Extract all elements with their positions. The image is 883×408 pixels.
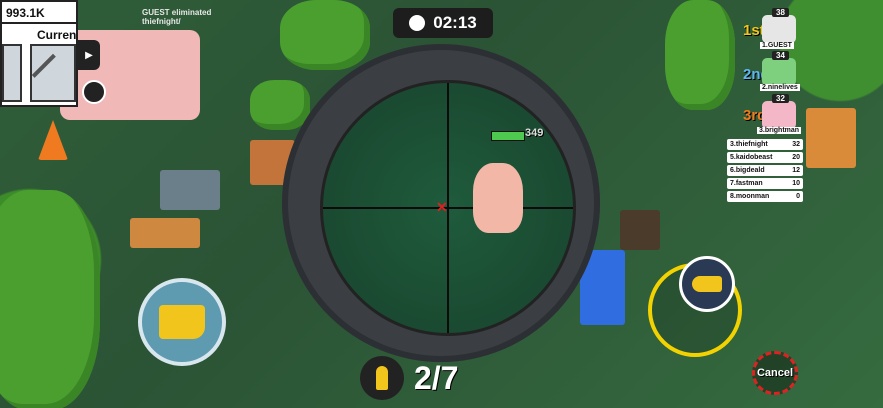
rank-2-name: 2.ninelives: [760, 84, 800, 91]
rank-2-kills: 34: [772, 51, 789, 60]
bush: [0, 190, 100, 408]
crate: [806, 108, 856, 168]
leaderboard-row: 6.bigdeald 12: [727, 165, 803, 176]
bullet-fire-icon: [692, 276, 722, 292]
scope-lens: 349: [320, 80, 576, 336]
ground-tile: [620, 210, 660, 250]
player-score: 20: [792, 154, 800, 161]
bush: [280, 0, 370, 70]
player-score: 32: [792, 141, 800, 148]
kill-feed: GUEST eliminated thiefnight/: [142, 8, 211, 26]
timer-panel: 02:13: [393, 8, 493, 38]
avatar: [762, 15, 796, 43]
traffic-cone: [38, 120, 68, 160]
player-name: 8.moonman: [730, 193, 770, 200]
crosshair-center-icon: ✕: [436, 199, 448, 215]
rank-3-name: 3.brightman: [757, 127, 802, 134]
leaderboard-row: 5.kaidobeast 20: [727, 152, 803, 163]
ground-tile: [160, 170, 220, 210]
cancel-label: Cancel: [756, 367, 794, 379]
weapon-next-button[interactable]: ▶: [78, 40, 100, 70]
sprint-button[interactable]: [138, 278, 226, 366]
ammo-display: 2/7: [360, 356, 458, 400]
leaderboard-row: 7.fastman 10: [727, 178, 803, 189]
weapon-slot[interactable]: [30, 44, 76, 102]
kill-feed-killer: GUEST eliminated: [142, 8, 212, 17]
player-name: 3.thiefnight: [730, 141, 768, 148]
clock-icon: [409, 15, 426, 31]
target-character: [473, 163, 523, 233]
coin-panel: 993.1K: [0, 0, 78, 24]
player-name: 5.kaidobeast: [730, 154, 773, 161]
rank-1-kills: 38: [772, 8, 789, 17]
ammo-count: 2/7: [414, 359, 459, 396]
player-score: 10: [792, 180, 800, 187]
health-text: 349: [525, 127, 544, 139]
avatar: [762, 101, 796, 129]
bush: [250, 80, 310, 130]
leaderboard-row: 3.thiefnight 32: [727, 139, 803, 150]
leaderboard-row: 8.moonman 0: [727, 191, 803, 202]
rank-3-kills: 32: [772, 94, 789, 103]
coin-count: 993.1K: [6, 6, 45, 20]
player-score: 12: [792, 167, 800, 174]
bullet-icon: [360, 356, 404, 400]
kill-feed-victim: thiefnight/: [142, 17, 181, 26]
cancel-button[interactable]: Cancel: [752, 351, 798, 395]
crate: [130, 218, 200, 248]
sniper-rifle-icon: [31, 53, 75, 97]
bush: [665, 0, 735, 110]
weapon-panel: Curren: [0, 22, 78, 107]
weapon-slot[interactable]: [2, 44, 22, 102]
player-name: 6.bigdeald: [730, 167, 765, 174]
boot-icon: [159, 305, 205, 339]
weapon-tab-label: Curren: [37, 28, 77, 42]
fire-button[interactable]: [679, 256, 735, 312]
player-name: 7.fastman: [730, 180, 763, 187]
avatar: [762, 58, 796, 86]
health-bar: [491, 131, 525, 141]
timer-text: 02:13: [433, 13, 477, 32]
handshake-icon[interactable]: [82, 80, 106, 104]
rank-1-name: 1.GUEST: [760, 42, 794, 49]
player-score: 0: [796, 193, 800, 200]
